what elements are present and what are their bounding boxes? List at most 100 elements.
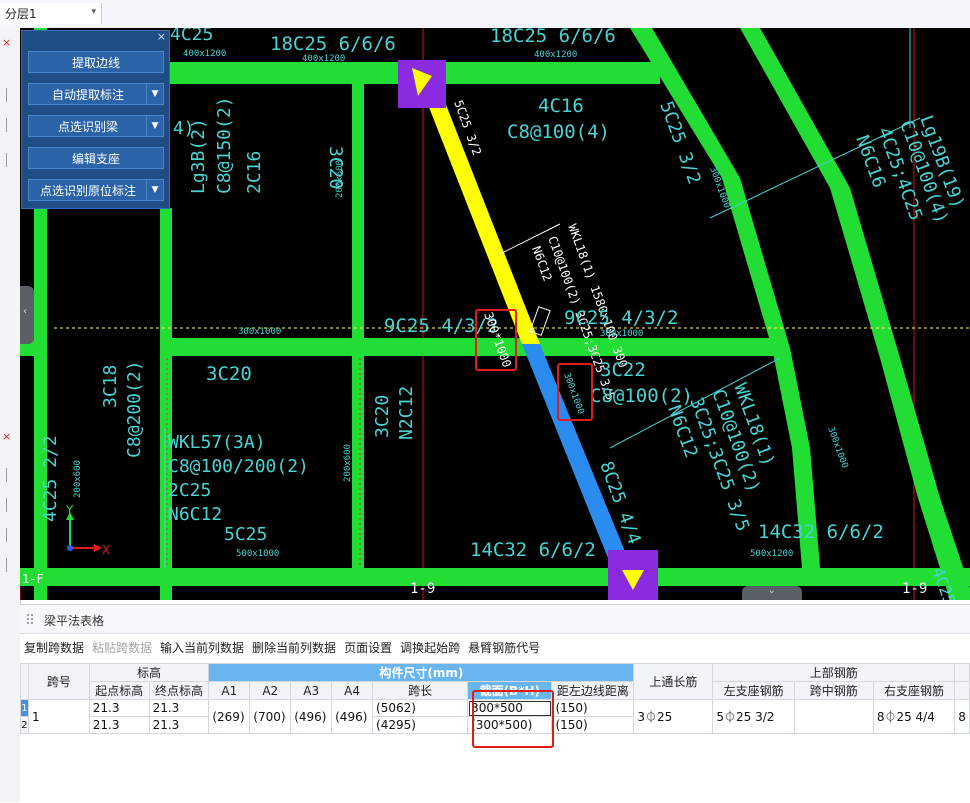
collapse-bottom-handle[interactable]: ⌄ [742,586,802,600]
chevron-down-icon[interactable]: ▼ [146,84,163,104]
ucs-origin [67,545,73,551]
cad-label: Lg3B(2) [188,118,209,194]
cad-label: 14C32 6/6/2 [470,539,596,561]
cell-a1[interactable]: (269) [208,699,251,734]
cell-extra[interactable]: 8 [954,699,970,734]
beam [160,338,775,356]
cad-label: 400x1200 [302,54,345,64]
layer-select[interactable]: 分层1 ▾ [0,3,102,24]
header-a4: A4 [331,681,374,700]
cell-end-elevation[interactable]: 21.3 [148,716,210,734]
divider [6,153,7,167]
cad-label: 400x1200 [534,50,577,60]
button-label: 点选识别梁 [57,119,118,134]
header-span-no: 跨号 [27,663,90,700]
header-row: 跨号 标高 构件尺寸(mm) 上通长筋 上部钢筋 [20,663,970,700]
header-right-support-rebar: 右支座钢筋 [872,681,956,700]
cad-label: 18C25 6/6/6 [270,33,396,55]
row-number[interactable]: 2 [20,716,29,734]
ucs-y-label: Y [65,503,74,517]
top-bar: 分层1 ▾ [0,0,970,29]
chevron-down-icon: ⌄ [768,586,776,596]
copy-span-data-button[interactable]: 复制跨数据 [20,638,88,658]
chevron-down-icon[interactable]: ▼ [146,180,163,200]
cell-right-support-rebar[interactable]: 8⏀25 4/4 [872,699,956,734]
header-end-elevation: 终点标高 [148,681,210,700]
auto-extract-annotation-button[interactable]: 自动提取标注 ▼ [28,83,164,105]
cad-label: 5C25 [224,524,267,545]
cell-span-length[interactable]: (5062) [372,699,469,717]
cad-label: 18C25 6/6/6 [490,28,616,47]
cell-start-elevation[interactable]: 21.3 [88,716,150,734]
header-a1: A1 [208,681,251,700]
row-number[interactable]: 1 [20,699,29,717]
header-elevation: 标高 [88,663,210,682]
cad-label: 3C20 [206,363,252,385]
collapse-left-handle[interactable]: ‹ [20,286,34,344]
cad-label: WKL57(3A) [168,432,266,453]
pick-identify-inplace-annotation-button[interactable]: 点选识别原位标注 ▼ [28,179,164,201]
cad-label: 3C22 [600,359,646,381]
panel-title-bar: 梁平法表格 [20,605,970,634]
close-icon[interactable]: × [2,430,11,443]
drag-handle-icon[interactable] [26,613,34,625]
cad-label: 4C25 2/2 [40,435,61,522]
divider [6,88,7,102]
cad-label: 4C16 [538,95,584,117]
button-label: 编辑支座 [71,151,120,166]
cad-label: 300x1000 [238,327,281,337]
cantilever-rebar-code-button[interactable]: 悬臂钢筋代号 [464,638,544,658]
cad-label: C8@100/200(2) [168,456,309,477]
extract-edge-button[interactable]: 提取边线 [28,51,164,73]
cad-label: 1-9 [902,581,927,597]
cell-span-no[interactable]: 1 [27,699,90,734]
chevron-down-icon[interactable]: ▼ [146,116,163,136]
header-extra [954,681,970,700]
cell-a3[interactable]: (496) [290,699,333,734]
cad-label: 200x600 [343,444,353,482]
cad-label: 400x1200 [183,49,226,59]
cell-span-length[interactable]: (4295) [372,716,469,734]
cell-end-elevation[interactable]: 21.3 [148,699,210,717]
swap-start-span-button[interactable]: 调换起始跨 [396,638,464,658]
beam-table-panel: 梁平法表格 复制跨数据 粘贴跨数据 输入当前列数据 删除当前列数据 页面设置 调… [20,604,970,803]
cad-label: 300x1000 [825,426,849,470]
chevron-down-icon: ▾ [91,7,96,17]
panel-title: 梁平法表格 [44,614,105,628]
pick-identify-beam-button[interactable]: 点选识别梁 ▼ [28,115,164,137]
divider [6,528,7,542]
chevron-left-icon: ‹ [23,306,27,317]
cad-label: 3C20 [372,395,393,438]
input-column-data-button[interactable]: 输入当前列数据 [156,638,248,658]
ucs-x-label: X [102,543,110,557]
edit-support-button[interactable]: 编辑支座 [28,147,164,169]
cell-a4[interactable]: (496) [331,699,374,734]
divider [6,118,7,132]
page-setup-button[interactable]: 页面设置 [340,638,396,658]
cad-label: 200x600 [73,460,83,498]
highlight-box [472,690,554,748]
close-icon[interactable]: × [157,31,166,43]
header-top-through-rebar: 上通长筋 [633,663,714,700]
button-label: 提取边线 [71,55,120,70]
cell-start-elevation[interactable]: 21.3 [88,699,150,717]
cell-edge-distance[interactable]: (150) [551,699,635,717]
corner-cell [20,663,29,700]
beam [160,208,172,600]
cell-left-support-rebar[interactable]: 5⏀25 3/2 [712,699,795,734]
cad-label: 4C25 [170,28,213,45]
cad-label: 300x1000 [600,329,643,339]
ucs-icon: Y X [65,503,110,557]
close-icon[interactable]: × [2,36,11,49]
cell-edge-distance[interactable]: (150) [551,716,635,734]
cad-label: C8@200(2) [124,360,145,458]
cell-a2[interactable]: (700) [249,699,292,734]
paste-span-data-button[interactable]: 粘贴跨数据 [88,638,156,658]
delete-column-data-button[interactable]: 删除当前列数据 [248,638,340,658]
cell-mid-span-rebar[interactable] [793,699,874,734]
table-toolbar: 复制跨数据 粘贴跨数据 输入当前列数据 删除当前列数据 页面设置 调换起始跨 悬… [20,638,544,658]
header-top-rebar: 上部钢筋 [712,663,956,682]
cad-label: 9C25 4/3/2 [564,307,678,329]
header-a2: A2 [249,681,292,700]
cell-top-through-rebar[interactable]: 3⏀25 [633,699,714,734]
